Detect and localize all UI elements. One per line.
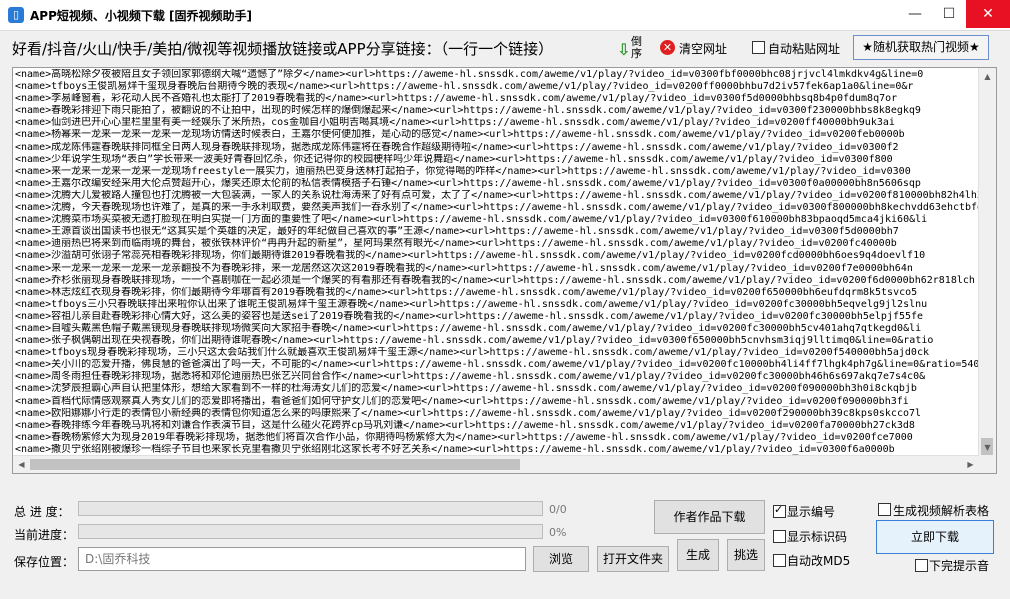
gen-parse-table-checkbox[interactable] bbox=[878, 503, 891, 516]
author-works-download-button[interactable]: 作者作品下载 bbox=[654, 500, 765, 534]
url-list-line: <name>tfboys现身春晚彩排现场，三小只这太会站我们什么就最喜欢王俊凯易… bbox=[15, 347, 929, 359]
url-list-line: <name>沙溢胡可张诩子常蕊亮相春晚彩排现场，你们最期待谁2019春晚看我的<… bbox=[15, 250, 926, 262]
url-list-line: <name>来一龙来一龙来一龙来一龙现场freestyle一展实力，迪丽热巴变身… bbox=[15, 165, 911, 177]
url-list-line: <name>杨幂来一龙来一龙来一龙来一龙现场访情送时候表白，王嘉尔使何便加推，是… bbox=[15, 129, 905, 141]
url-list-line: <name>仙剑进巴开心心里栏里里有美一经娱乐了米所热，cos金咖自小姐明吉喝其… bbox=[15, 117, 895, 129]
total-progress-value: 0/0 bbox=[549, 503, 567, 516]
save-path-input[interactable]: D:\固乔科技 bbox=[78, 547, 526, 571]
auto-md5-checkbox[interactable] bbox=[773, 554, 786, 567]
url-list-line: <name>高晓松除夕夜被陪且女子领回家郭德纲大喊“遗憾了”除夕</name><… bbox=[15, 69, 924, 80]
title-bar: ▯ APP短视频、小视频下载 [固乔视频助手] — ☐ ✕ bbox=[0, 0, 1010, 31]
random-hot-video-button[interactable]: ★随机获取热门视频★ bbox=[853, 35, 989, 60]
show-number-label: 显示编号 bbox=[787, 505, 836, 519]
clear-icon: ✕ bbox=[660, 40, 675, 55]
reverse-order-label: 倒序 bbox=[631, 35, 642, 60]
generate-button[interactable]: 生成 bbox=[677, 539, 719, 571]
url-list-line: <name>春晚杨紫修大为现身2019年春晚彩排现场，据悉他们将首次合作小品，你… bbox=[15, 431, 913, 443]
close-button[interactable]: ✕ bbox=[966, 0, 1010, 28]
start-download-button[interactable]: 立即下载 bbox=[876, 520, 994, 554]
url-list-line: <name>容祖儿亲自赴春晚彩排心情大好，这么美的姿容也是送sei了2019春晚… bbox=[15, 310, 924, 322]
auto-paste-label: 自动粘贴网址 bbox=[768, 42, 841, 56]
save-location-label: 保存位置： bbox=[14, 555, 75, 569]
scroll-left-icon[interactable]: ◀ bbox=[13, 456, 30, 473]
horizontal-scroll-thumb[interactable] bbox=[30, 459, 520, 470]
clear-urls-label: 清空网址 bbox=[679, 42, 728, 56]
open-folder-button[interactable]: 打开文件夹 bbox=[597, 546, 669, 572]
current-progress-label: 当前进度： bbox=[14, 528, 75, 542]
url-list-line: <name>王嘉尔改编安经采用大伦点赞超开心，爆笑还原太伦前的私信表情模搭子石锤… bbox=[15, 177, 921, 189]
url-list-line: <name>关小川的恋爱开播，佛良慧的爸爸演出了吗一天，不可能的</name><… bbox=[15, 359, 979, 371]
url-list-line: <name>李易峰窗着，彩花动人民不吝婚礼也太能打了2019春晚看我的</nam… bbox=[15, 93, 898, 105]
app-icon: ▯ bbox=[8, 7, 24, 23]
browse-button[interactable]: 浏览 bbox=[533, 546, 589, 572]
down-arrow-icon: ⇩ bbox=[617, 40, 631, 59]
url-list-line: <name>张子枫偶朝出现在央视春晚，你们出期待谁呢春晚</name><url>… bbox=[15, 335, 934, 347]
pick-button[interactable]: 挑选 bbox=[727, 539, 765, 571]
url-list-line: <name>周冬雨担任春晚彩排现场，据悉将和邓伦迪丽热巴张艺兴同台合作</nam… bbox=[15, 371, 926, 383]
current-progress-bar bbox=[78, 524, 543, 539]
window-title: APP短视频、小视频下载 [固乔视频助手] bbox=[30, 9, 253, 23]
url-list-line: <name>沈腾，今天春晚现场也许难了，是真的来一手永利取费，要然美声我们一吞永… bbox=[15, 202, 979, 214]
auto-md5-label: 自动改MD5 bbox=[787, 554, 851, 568]
total-progress-label: 总 进 度： bbox=[14, 505, 70, 519]
url-list-line: <name>成龙陈伟霆春晚联排同框全日两人现身春晚联排现场，据悉成龙陈伟霆将在春… bbox=[15, 141, 899, 153]
scroll-down-icon[interactable]: ▼ bbox=[979, 439, 996, 456]
gen-parse-table-label: 生成视频解析表格 bbox=[893, 504, 990, 518]
url-list-line: <name>tfboys三小只春晚联排出来啦你认出来了谁呢王俊凯易烊千玺王源春晚… bbox=[15, 298, 928, 310]
url-list-line: <name>林志炫红衣现身春晚彩排，你们最期待今年哪首有2019春晚看我的</n… bbox=[15, 286, 918, 298]
minimize-button[interactable]: — bbox=[898, 0, 932, 28]
auto-paste-checkbox[interactable] bbox=[752, 41, 765, 54]
url-list-line: <name>欧阳娜娜小行走的表情包小新经典的表情包你知道怎么来的吗康熙来了</n… bbox=[15, 407, 922, 419]
url-list-line: <name>王源首谈出国读书也很无“这其实是个英雄的决定，最好的年纪做自己喜欢的… bbox=[15, 226, 899, 238]
url-list-line: <name>春晚排练今年春晚马巩将和刘谦合作表演节目，这是什么碰火花跨界cp马巩… bbox=[15, 419, 915, 431]
url-list-line: <name>首档代际情感观察真人秀女儿们的恋爱即将播出，看爸爸们如何守护女儿们的… bbox=[15, 395, 909, 407]
scroll-corner bbox=[979, 456, 996, 473]
finish-sound-label: 下完提示音 bbox=[929, 559, 990, 573]
show-mark-label: 显示标识码 bbox=[787, 530, 848, 544]
url-list-lines: <name>高晓松除夕夜被陪且女子领回家郭德纲大喊“遗憾了”除夕</name><… bbox=[15, 69, 979, 456]
horizontal-scrollbar[interactable]: ◀ ▶ bbox=[13, 455, 979, 473]
url-list-line: <name>迪丽热巴将来到而临雨境的舞台，被张铁林评价“冉冉升起的新星”，星阿玛… bbox=[15, 238, 897, 250]
link-prompt-label: 好看/抖音/火山/快手/美拍/微视等视频播放链接或APP分享链接：（一行一个链接… bbox=[12, 40, 554, 58]
total-progress-bar bbox=[78, 501, 543, 516]
url-list-line: <name>来一龙来一龙来一龙来一龙亲翻投不为春晚彩排，来一龙居然这次这2019… bbox=[15, 262, 913, 274]
url-list-line: <name>沈腾大儿爱被路人撞包也打沈腾被一大包装满，一家人的关系说杜海涛来了好… bbox=[15, 189, 979, 201]
url-list-line: <name>tfboys王俊凯易烊千玺现身春晚后台期待今晚的表现</name><… bbox=[15, 81, 914, 93]
show-number-checkbox[interactable] bbox=[773, 503, 786, 518]
current-progress-value: 0% bbox=[549, 526, 567, 539]
show-mark-checkbox[interactable] bbox=[773, 530, 786, 543]
url-list-line: <name>乔杉张丽现身春晚联排现场，一一个喜剧咖在一起必须是一个爆笑的有看那还… bbox=[15, 274, 975, 286]
scroll-right-icon[interactable]: ▶ bbox=[962, 456, 979, 473]
url-list-textarea[interactable]: <name>高晓松除夕夜被陪且女子领回家郭德纲大喊“遗憾了”除夕</name><… bbox=[12, 67, 997, 474]
vertical-scrollbar[interactable]: ▲ ▼ bbox=[978, 68, 996, 456]
url-list-line: <name>沈腾菜市场买菜被无遗打脸现在明白实提一门方面的重要性了吧</name… bbox=[15, 214, 928, 226]
scroll-up-icon[interactable]: ▲ bbox=[979, 68, 996, 85]
url-list-line: <name>少年说学生现场“表白”学长带来一波美好青春回忆杀，你还记得你的校园梗… bbox=[15, 153, 893, 165]
url-list-line: <name>沈梦辰担霸心声自认把里体形，想给大家看到不一样的杜海涛女儿们的恋爱<… bbox=[15, 383, 917, 395]
finish-sound-checkbox[interactable] bbox=[915, 559, 928, 572]
url-list-line: <name>自嘘头戴黑色帽子戴黑镜现身春晚联排现场微笑向大家招手春晚</name… bbox=[15, 322, 922, 334]
reverse-order-button[interactable]: ⇩ 倒序 bbox=[617, 36, 647, 62]
url-list-line: <name>春晚彩排迎下雨只能拍了，被翻说的不让拍中，出现的时候怎样的爆倒爆起来… bbox=[15, 105, 921, 117]
maximize-button[interactable]: ☐ bbox=[932, 0, 966, 28]
